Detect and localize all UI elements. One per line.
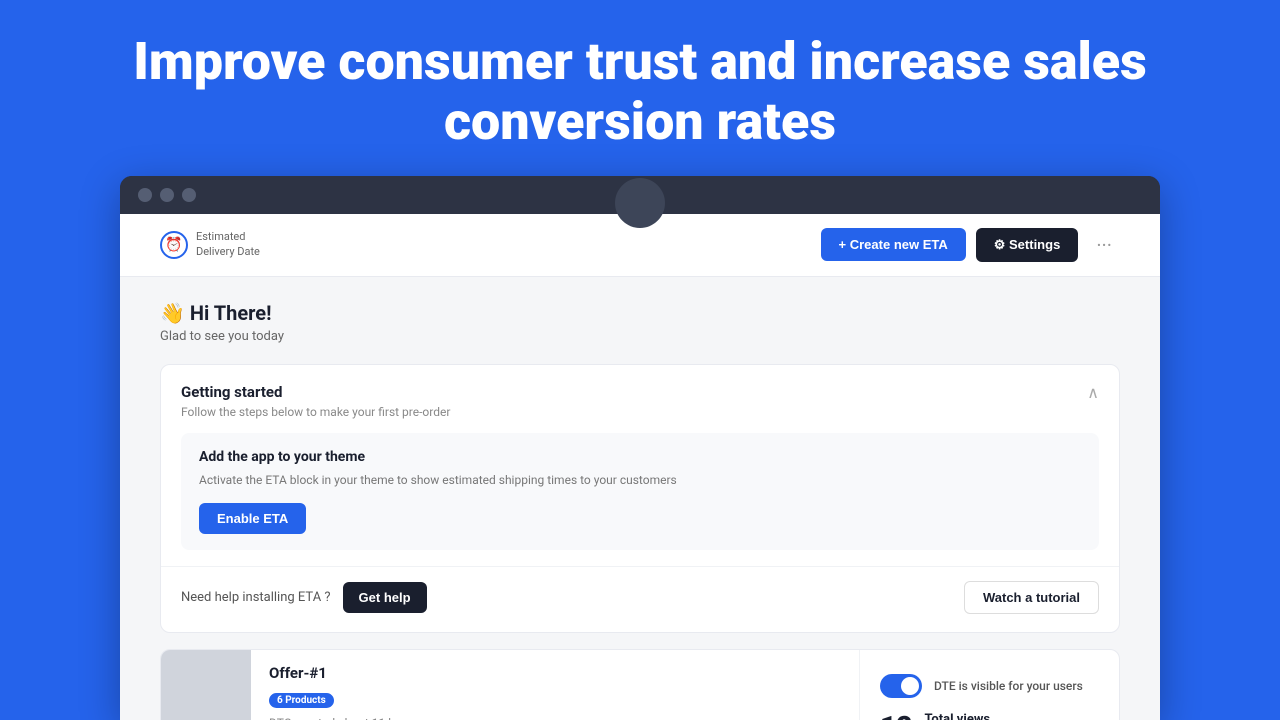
settings-button[interactable]: ⚙ Settings	[976, 228, 1079, 262]
getting-started-card: Getting started Follow the steps below t…	[160, 364, 1120, 633]
app-content: ⏰ Estimated Delivery Date + Create new E…	[120, 214, 1160, 720]
browser-window: ⏰ Estimated Delivery Date + Create new E…	[120, 176, 1160, 720]
enable-eta-button[interactable]: Enable ETA	[199, 503, 306, 534]
logo-area: ⏰ Estimated Delivery Date	[160, 230, 260, 259]
dte-row: DTE is visible for your users	[880, 674, 1099, 698]
header-actions: + Create new ETA ⚙ Settings ···	[821, 228, 1120, 262]
views-row: 12 Total views Number of views by produc…	[880, 712, 1099, 720]
logo-text: Estimated Delivery Date	[196, 230, 260, 259]
hero-title: Improve consumer trust and increase sale…	[90, 0, 1190, 176]
getting-started-title: Getting started	[181, 383, 450, 401]
chevron-up-icon[interactable]: ∧	[1087, 383, 1099, 402]
browser-dot-3	[182, 188, 196, 202]
greeting-wave: 👋	[160, 301, 185, 325]
greeting-text: Hi There!	[190, 301, 272, 325]
offer-image	[161, 650, 251, 720]
browser-dot-2	[160, 188, 174, 202]
watch-tutorial-button[interactable]: Watch a tutorial	[964, 581, 1099, 614]
main-area: 👋 Hi There! Glad to see you today Gettin…	[120, 277, 1160, 720]
getting-started-text: Getting started Follow the steps below t…	[181, 383, 450, 419]
getting-started-sub: Follow the steps below to make your firs…	[181, 405, 450, 419]
dte-label: DTE is visible for your users	[934, 679, 1083, 693]
views-number: 12	[880, 713, 912, 720]
getting-started-header: Getting started Follow the steps below t…	[161, 365, 1119, 433]
browser-dot-1	[138, 188, 152, 202]
create-eta-button[interactable]: + Create new ETA	[821, 228, 966, 261]
logo-icon: ⏰	[160, 231, 188, 259]
dots-menu[interactable]: ···	[1088, 233, 1120, 257]
views-title: Total views	[924, 712, 1074, 720]
help-left: Need help installing ETA ? Get help	[181, 582, 427, 613]
offer-name: Offer-#1	[269, 664, 841, 682]
offer-stats: DTE is visible for your users 12 Total v…	[859, 650, 1119, 720]
step-card: Add the app to your theme Activate the E…	[181, 433, 1099, 550]
help-row: Need help installing ETA ? Get help Watc…	[161, 566, 1119, 632]
browser-avatar	[615, 178, 665, 228]
browser-bar	[120, 176, 1160, 214]
dte-toggle[interactable]	[880, 674, 922, 698]
offer-card: Offer-#1 6 Products DTO created about 11…	[160, 649, 1120, 720]
offer-info: Offer-#1 6 Products DTO created about 11…	[251, 650, 859, 720]
step-desc: Activate the ETA block in your theme to …	[199, 471, 1081, 489]
logo-line2: Delivery Date	[196, 245, 260, 259]
views-text-block: Total views Number of views by product	[924, 712, 1074, 720]
offer-date: DTO created about 11 hours ago	[269, 716, 841, 720]
greeting-title: 👋 Hi There!	[160, 301, 1120, 325]
get-help-button[interactable]: Get help	[343, 582, 427, 613]
logo-line1: Estimated	[196, 230, 260, 244]
offer-badge: 6 Products	[269, 693, 334, 708]
toggle-knob	[901, 677, 919, 695]
sub-greeting: Glad to see you today	[160, 329, 1120, 344]
help-text: Need help installing ETA ?	[181, 590, 331, 605]
step-title: Add the app to your theme	[199, 449, 1081, 465]
